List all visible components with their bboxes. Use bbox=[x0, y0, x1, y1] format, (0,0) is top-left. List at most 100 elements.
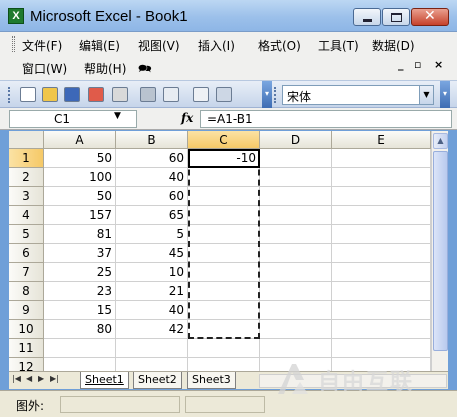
cell-a12[interactable] bbox=[44, 358, 116, 371]
menu-view[interactable]: 视图(V) bbox=[138, 37, 180, 54]
menu-edit[interactable]: 编辑(E) bbox=[79, 37, 120, 54]
cell-b7[interactable]: 10 bbox=[116, 263, 188, 282]
row-header-8[interactable]: 8 bbox=[9, 282, 44, 301]
scroll-up-icon[interactable]: ▲ bbox=[433, 133, 448, 149]
menu-grip[interactable] bbox=[12, 36, 15, 52]
row-header-7[interactable]: 7 bbox=[9, 263, 44, 282]
cell-b12[interactable] bbox=[116, 358, 188, 371]
menu-insert[interactable]: 插入(I) bbox=[198, 37, 235, 54]
cell-b4[interactable]: 65 bbox=[116, 206, 188, 225]
cell-e2[interactable] bbox=[332, 168, 431, 187]
cell-b1[interactable]: 60 bbox=[116, 149, 188, 168]
format-options-chevron-icon[interactable]: ▾ bbox=[440, 81, 450, 108]
cell-a7[interactable]: 25 bbox=[44, 263, 116, 282]
sheet-tab-1[interactable]: Sheet1 bbox=[80, 372, 129, 389]
menu-help[interactable]: 帮助(H) bbox=[84, 60, 126, 77]
cell-a4[interactable]: 157 bbox=[44, 206, 116, 225]
cell-b3[interactable]: 60 bbox=[116, 187, 188, 206]
insert-function-icon[interactable]: fx bbox=[181, 111, 193, 125]
chevron-down-icon[interactable]: ▼ bbox=[419, 86, 433, 104]
row-header-6[interactable]: 6 bbox=[9, 244, 44, 263]
column-header-c[interactable]: C bbox=[188, 131, 260, 149]
name-box-dropdown-icon[interactable]: ▼ bbox=[114, 111, 121, 121]
cell-e10[interactable] bbox=[332, 320, 431, 339]
cell-e3[interactable] bbox=[332, 187, 431, 206]
cell-d6[interactable] bbox=[260, 244, 332, 263]
cell-a10[interactable]: 80 bbox=[44, 320, 116, 339]
save-icon[interactable] bbox=[64, 87, 80, 102]
next-sheet-icon[interactable]: ▶ bbox=[38, 374, 44, 383]
toolbar-options-chevron-icon[interactable]: ▾ bbox=[262, 81, 272, 108]
print-icon[interactable] bbox=[140, 87, 156, 102]
cell-d5[interactable] bbox=[260, 225, 332, 244]
cell-d4[interactable] bbox=[260, 206, 332, 225]
cell-a5[interactable]: 81 bbox=[44, 225, 116, 244]
menu-tools[interactable]: 工具(T) bbox=[318, 37, 359, 54]
research-icon[interactable] bbox=[216, 87, 232, 102]
first-sheet-icon[interactable]: |◀ bbox=[12, 374, 21, 383]
cell-b9[interactable]: 40 bbox=[116, 301, 188, 320]
cell-e8[interactable] bbox=[332, 282, 431, 301]
new-icon[interactable] bbox=[20, 87, 36, 102]
email-icon[interactable] bbox=[112, 87, 128, 102]
cell-b5[interactable]: 5 bbox=[116, 225, 188, 244]
formula-input[interactable]: =A1-B1 bbox=[200, 110, 452, 128]
cell-d2[interactable] bbox=[260, 168, 332, 187]
cell-d10[interactable] bbox=[260, 320, 332, 339]
sheet-tab-3[interactable]: Sheet3 bbox=[187, 372, 236, 389]
menu-file[interactable]: 文件(F) bbox=[22, 37, 62, 54]
doc-close-button[interactable]: × bbox=[434, 58, 443, 71]
close-button[interactable]: ✕ bbox=[411, 8, 449, 26]
cell-b8[interactable]: 21 bbox=[116, 282, 188, 301]
cell-e9[interactable] bbox=[332, 301, 431, 320]
help-assistant-icon[interactable]: 🗪 bbox=[138, 60, 152, 79]
row-header-9[interactable]: 9 bbox=[9, 301, 44, 320]
cell-e1[interactable] bbox=[332, 149, 431, 168]
cell-e7[interactable] bbox=[332, 263, 431, 282]
prev-sheet-icon[interactable]: ◀ bbox=[26, 374, 32, 383]
cell-c11[interactable] bbox=[188, 339, 260, 358]
cell-a6[interactable]: 37 bbox=[44, 244, 116, 263]
doc-restore-button[interactable]: ▫ bbox=[414, 58, 421, 71]
column-header-a[interactable]: A bbox=[44, 131, 116, 149]
doc-minimize-button[interactable]: _ bbox=[398, 58, 404, 71]
open-icon[interactable] bbox=[42, 87, 58, 102]
print-preview-icon[interactable] bbox=[163, 87, 179, 102]
cell-d8[interactable] bbox=[260, 282, 332, 301]
maximize-button[interactable] bbox=[382, 8, 410, 26]
vertical-scroll-thumb[interactable] bbox=[433, 151, 448, 351]
format-toolbar-grip[interactable] bbox=[274, 87, 277, 103]
vertical-scrollbar[interactable]: ▲ bbox=[431, 131, 448, 371]
sheet-tab-2[interactable]: Sheet2 bbox=[133, 372, 182, 389]
row-header-12[interactable]: 12 bbox=[9, 358, 44, 371]
column-header-e[interactable]: E bbox=[332, 131, 431, 149]
menu-window[interactable]: 窗口(W) bbox=[22, 60, 67, 77]
cell-d3[interactable] bbox=[260, 187, 332, 206]
minimize-button[interactable] bbox=[353, 8, 381, 26]
row-header-11[interactable]: 11 bbox=[9, 339, 44, 358]
cell-b11[interactable] bbox=[116, 339, 188, 358]
cell-c12[interactable] bbox=[188, 358, 260, 371]
permission-icon[interactable] bbox=[88, 87, 104, 102]
cell-e5[interactable] bbox=[332, 225, 431, 244]
cell-d9[interactable] bbox=[260, 301, 332, 320]
spelling-icon[interactable] bbox=[193, 87, 209, 102]
cell-a2[interactable]: 100 bbox=[44, 168, 116, 187]
row-header-4[interactable]: 4 bbox=[9, 206, 44, 225]
cell-a8[interactable]: 23 bbox=[44, 282, 116, 301]
menu-format[interactable]: 格式(O) bbox=[258, 37, 301, 54]
row-header-3[interactable]: 3 bbox=[9, 187, 44, 206]
row-header-5[interactable]: 5 bbox=[9, 225, 44, 244]
worksheet-grid[interactable]: A B C D E 1 50 60 -10 2 100 40 3 50 60 4 157 65 5 81 5 6… bbox=[9, 131, 431, 371]
menu-data[interactable]: 数据(D) bbox=[372, 37, 415, 54]
cell-b10[interactable]: 42 bbox=[116, 320, 188, 339]
select-all-corner[interactable] bbox=[9, 131, 44, 149]
column-header-d[interactable]: D bbox=[260, 131, 332, 149]
row-header-1[interactable]: 1 bbox=[9, 149, 44, 168]
row-header-10[interactable]: 10 bbox=[9, 320, 44, 339]
toolbar-grip[interactable] bbox=[8, 87, 11, 103]
cell-a1[interactable]: 50 bbox=[44, 149, 116, 168]
cell-b6[interactable]: 45 bbox=[116, 244, 188, 263]
cell-a9[interactable]: 15 bbox=[44, 301, 116, 320]
last-sheet-icon[interactable]: ▶| bbox=[50, 374, 59, 383]
